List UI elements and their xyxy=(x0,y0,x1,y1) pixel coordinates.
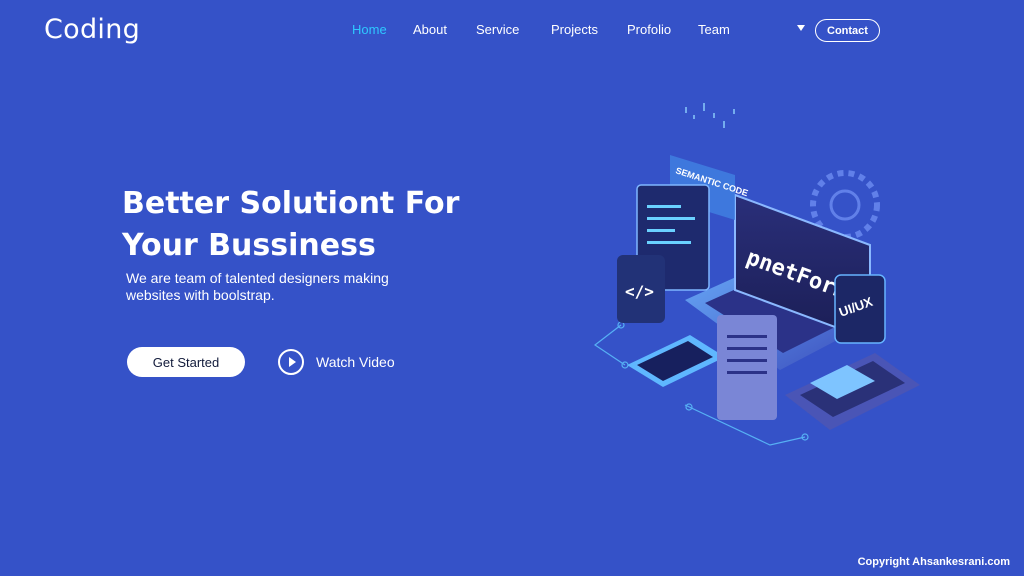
watch-video-label: Watch Video xyxy=(316,354,395,370)
hero-subtitle-line2: websites with boolstrap. xyxy=(126,287,275,303)
platform-illustration: pnetForm SEMANTIC CODE </> UI/UX xyxy=(593,103,920,446)
nav-team[interactable]: Team xyxy=(698,22,730,37)
hero-title-line1: Better Solutiont For xyxy=(122,186,460,221)
nav-projects[interactable]: Projects xyxy=(551,22,598,37)
nav-profolio[interactable]: Profolio xyxy=(627,22,671,37)
code-tag: </> xyxy=(625,282,654,301)
data-bits xyxy=(685,103,735,128)
contact-button[interactable]: Contact xyxy=(815,19,880,42)
dropdown-caret-icon[interactable] xyxy=(797,25,805,31)
hero-title-line2: Your Bussiness xyxy=(122,228,376,263)
hero-subtitle-line1: We are team of talented designers making xyxy=(126,270,389,286)
site-logo[interactable]: Coding xyxy=(44,14,140,45)
nav-service[interactable]: Service xyxy=(476,22,519,37)
get-started-button[interactable]: Get Started xyxy=(127,347,245,377)
watch-video-button[interactable]: Watch Video xyxy=(278,348,395,376)
nav-about[interactable]: About xyxy=(413,22,447,37)
server-tower xyxy=(717,315,777,420)
play-icon[interactable] xyxy=(278,349,304,375)
nav-home[interactable]: Home xyxy=(352,22,387,37)
copyright-text: Copyright Ahsankesrani.com xyxy=(857,556,1010,568)
hero-subtitle: We are team of talented designers making… xyxy=(126,270,426,304)
hero-title: Better Solutiont For Your Bussiness xyxy=(122,183,482,267)
